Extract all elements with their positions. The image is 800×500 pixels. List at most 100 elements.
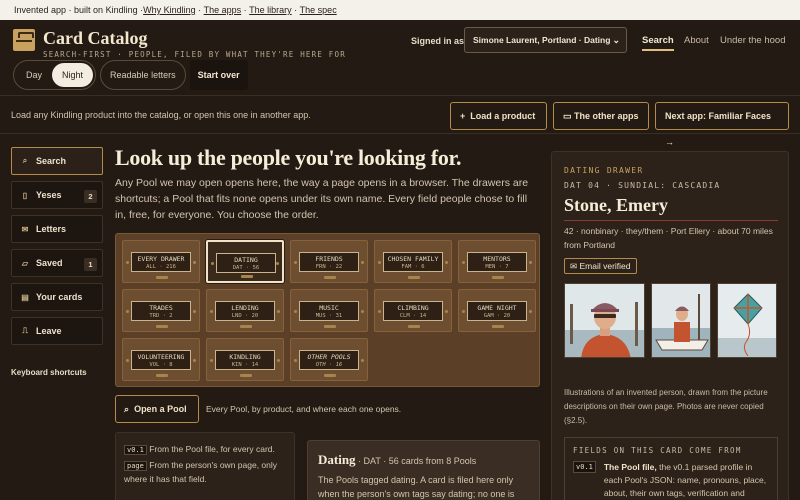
strip-prefix: Invented app · built on Kindling · [14,5,144,15]
drawer-label: MUSIC MUS · 31 [299,301,359,321]
drawer-name: MUSIC [319,304,339,312]
drawer-name: GAME NIGHT [477,304,517,312]
page-lede: Any Pool we may open opens here, the way… [115,177,529,221]
portrait-illustration[interactable] [564,283,645,358]
drawer-name: CHOSEN FAMILY [387,255,439,263]
card-sub: DAT 04 · SUNDIAL: CASCADIA [564,181,721,190]
drawer-every-drawer[interactable]: EVERY DRAWER ALL · 216 [122,240,200,283]
drawer-label: MENTORS MEN · 7 [467,252,527,272]
bookmark-icon: ▱ [21,258,29,268]
nav-under-the-hood[interactable]: Under the hood [720,35,786,46]
card-kicker: DATING DRAWER [564,166,644,175]
drawer-friends[interactable]: FRIENDS FRN · 22 [290,240,368,283]
open-pool-button[interactable]: ⌕ Open a Pool [115,395,199,423]
drawer-label: GAME NIGHT GAM · 20 [467,301,527,321]
sidebar-item-yeses[interactable]: ▯ Yeses 2 [11,181,103,209]
header: Card Catalog SEARCH-FIRST · PEOPLE, FILE… [0,20,800,96]
drawer-chosen-family[interactable]: CHOSEN FAMILY FAM · 6 [374,240,452,283]
envelope-icon: ✉ [21,224,29,234]
nav-about[interactable]: About [684,35,709,46]
drawer-mentors[interactable]: MENTORS MEN · 7 [458,240,536,283]
drawer-label: TRADES TRD · 2 [131,301,191,321]
drawer-name: VOLUNTEERING [137,353,185,361]
drawer-knob [126,261,129,264]
theme-day-button[interactable]: Day [16,63,52,87]
theme-night-button[interactable]: Night [52,63,94,87]
drawer-trades[interactable]: TRADES TRD · 2 [122,289,200,332]
link-the-apps[interactable]: The apps [204,5,242,15]
profile-card: DATING DRAWER DAT 04 · SUNDIAL: CASCADIA… [551,151,789,500]
drawer-other-pools[interactable]: OTHER POOLS OTH · 16 [290,338,368,381]
drawer-pull [408,325,420,328]
v01-tag: v0.1 [573,461,596,473]
drawer-pull [324,276,336,279]
sidebar-item-letters[interactable]: ✉ Letters [11,215,103,243]
drawer-knob [211,262,214,265]
kite-illustration[interactable] [717,283,777,358]
load-bar-text: Load any Kindling product into the catal… [11,110,311,120]
sidebar-item-saved[interactable]: ▱ Saved 1 [11,249,103,277]
drawer-code: OTH · 16 [315,362,343,368]
drawer-knob [378,310,381,313]
nav-search[interactable]: Search [642,35,674,51]
envelope-icon: ✉ [570,261,578,271]
drawer-label: CLIMBING CLM · 14 [383,301,443,321]
drawer-pull [156,325,168,328]
legend-line-pool: From the Pool file, for every card. [149,444,275,454]
legend-line-page: From the person's own page, only where i… [124,460,278,484]
drawer-knob [361,261,364,264]
sidebar-item-leave[interactable]: ⎍ Leave [11,317,103,345]
drawer-pull [240,374,252,377]
drawer-label: OTHER POOLS OTH · 16 [299,350,359,370]
drawer-volunteering[interactable]: VOLUNTEERING VOL · 8 [122,338,200,381]
link-why-kindling[interactable]: Why Kindling [143,5,196,15]
drawer-pull [240,325,252,328]
sidebar-item-label: Search [36,156,67,166]
drawer-name: OTHER POOLS [307,353,351,361]
dating-drawer-summary: Dating · DAT · 56 cards from 8 Pools The… [307,440,540,500]
drawer-name: DATING [234,256,258,264]
drawer-knob [210,310,213,313]
drawer-code: KIN · 14 [231,362,259,368]
drawer-knob [462,310,465,313]
email-verified-badge: ✉ Email verified [564,258,637,274]
readable-letters-button[interactable]: Readable letters [100,60,186,90]
display-toggles: Day Night Readable letters Start over [13,60,248,90]
drawer-kindling[interactable]: KINDLING KIN · 14 [206,338,284,381]
drawer-code: FAM · 6 [401,264,425,270]
sidebar-item-your-cards[interactable]: ▤ Your cards [11,283,103,311]
boat-illustration[interactable] [651,283,711,358]
profile-meta: 42 · nonbinary · they/them · Port Ellery… [564,226,773,250]
next-app-button[interactable]: Next app: Familiar Faces → [655,102,789,147]
drawer-pull [324,325,336,328]
sidebar: ⌕ Search ▯ Yeses 2 ✉ Letters ▱ Saved 1 ▤ Your c… [11,147,103,351]
start-over-button[interactable]: Start over [189,60,248,90]
account-select[interactable]: Simone Laurent, Portland · Dating ⌄ [464,27,627,53]
drawer-description: The Pools tagged dating. A card is filed… [318,475,515,499]
saved-count-badge: 1 [84,258,97,271]
plus-icon: + [460,111,466,121]
kite-image [718,284,776,357]
search-icon: ⌕ [124,404,130,414]
drawer-music[interactable]: MUSIC MUS · 31 [290,289,368,332]
card-catalog-icon [13,29,35,51]
drawer-game-night[interactable]: GAME NIGHT GAM · 20 [458,289,536,332]
boat-image [652,284,710,357]
verified-label: Email verified [579,261,631,271]
keyboard-shortcuts-link[interactable]: Keyboard shortcuts [11,368,87,377]
drawer-dating[interactable]: DATING DAT · 56 [206,240,284,283]
drawer-lending[interactable]: LENDING LND · 20 [206,289,284,332]
link-the-library[interactable]: The library [249,5,292,15]
drawer-code: VOL · 8 [149,362,173,368]
drawer-title: Dating [318,452,356,467]
drawer-code: LND · 20 [231,313,259,319]
field-sources-text: The Pool file, the v0.1 parsed profile i… [604,461,769,500]
other-apps-button[interactable]: ▭ The other apps [553,102,649,130]
sidebar-item-search[interactable]: ⌕ Search [11,147,103,175]
field-sources-bold: The Pool file, [603,462,657,472]
drawer-climbing[interactable]: CLIMBING CLM · 14 [374,289,452,332]
load-product-button[interactable]: + Load a product [450,102,547,130]
brand[interactable]: Card Catalog SEARCH-FIRST · PEOPLE, FILE… [13,29,346,59]
drawer-label: KINDLING KIN · 14 [215,350,275,370]
link-the-spec[interactable]: The spec [300,5,337,15]
